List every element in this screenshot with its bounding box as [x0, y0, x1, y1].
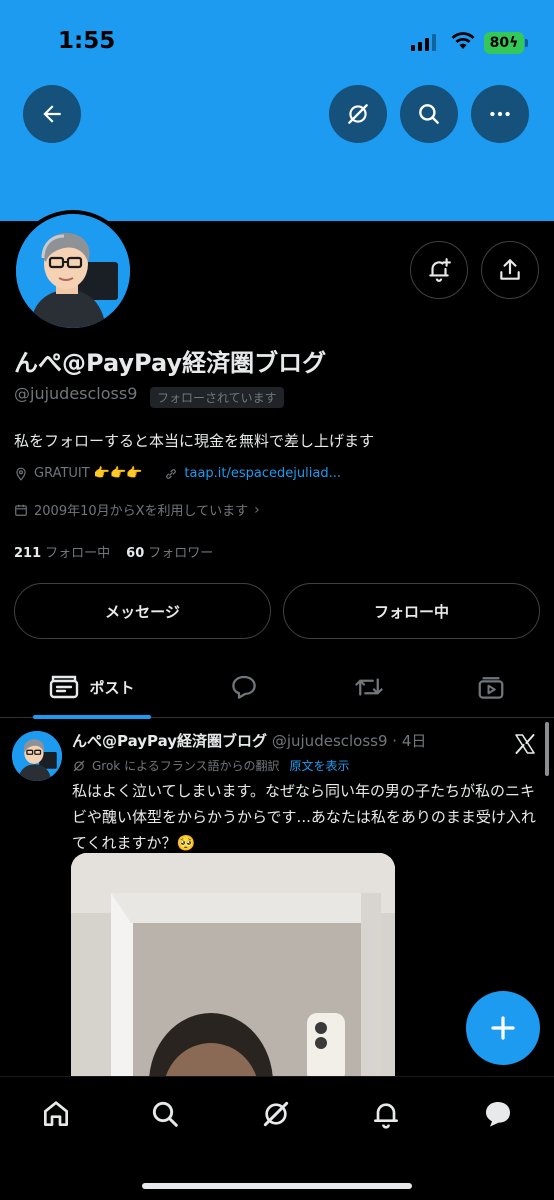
post-text: 私はよく泣いてしまいます。なぜなら同い年の男の子たちが私のニキビや醜い体型をから…: [72, 782, 536, 852]
replies-tab-icon: [232, 675, 256, 699]
post-image[interactable]: [71, 853, 395, 1083]
link-icon: [166, 468, 177, 479]
profile-website-link[interactable]: taap.it/espacedejuliad...: [184, 466, 341, 481]
battery-indicator: 80 ϟ: [484, 32, 524, 54]
tab-media[interactable]: [460, 656, 522, 718]
compose-button[interactable]: [466, 991, 540, 1065]
tab-reposts[interactable]: [338, 656, 400, 718]
tab-replies[interactable]: [213, 656, 275, 718]
profile-stats: 211 フォロー中 60 フォロワー: [14, 542, 213, 561]
home-indicator: [142, 1183, 412, 1189]
message-button[interactable]: メッセージ: [14, 583, 271, 639]
media-tab-icon: [478, 677, 504, 699]
profile-avatar[interactable]: [12, 210, 134, 332]
reposts-tab-icon: [355, 678, 383, 696]
nav-messages[interactable]: [478, 1094, 518, 1134]
post-meta: @jujudescloss9 · 4日: [271, 732, 427, 750]
bell-plus-icon: [429, 258, 451, 282]
plus-icon: [491, 1016, 515, 1040]
home-icon: [44, 1101, 68, 1126]
active-tab-indicator: [33, 715, 151, 719]
grok-button[interactable]: [329, 85, 387, 143]
following-stat[interactable]: 211 フォロー中: [14, 542, 110, 561]
scrollbar[interactable]: [545, 722, 549, 776]
messages-icon: [486, 1102, 510, 1127]
translation-text: Grok によるフランス語からの翻訳: [92, 759, 280, 773]
grok-icon: [263, 1101, 289, 1127]
search-icon: [419, 104, 439, 124]
more-button[interactable]: [471, 85, 529, 143]
notify-button[interactable]: [410, 241, 468, 299]
notifications-icon: [374, 1103, 398, 1129]
search-button[interactable]: [400, 85, 458, 143]
tab-posts[interactable]: ポスト: [33, 656, 151, 718]
followers-stat[interactable]: 60 フォロワー: [126, 542, 213, 561]
search-icon: [152, 1101, 178, 1127]
posts-tab-icon: [50, 675, 79, 699]
profile-location: GRATUIT 👉👉👉: [34, 466, 143, 481]
profile-meta: GRATUIT 👉👉👉 taap.it/espacedejuliad...: [14, 466, 341, 481]
battery-tip: [525, 39, 528, 47]
nav-search[interactable]: [145, 1094, 185, 1134]
nav-notifications[interactable]: [366, 1094, 406, 1134]
signal-icon: [411, 34, 436, 51]
translation-note: Grok によるフランス語からの翻訳 原文を表示: [72, 757, 350, 774]
calendar-icon: [15, 504, 27, 516]
chevron-right-icon[interactable]: ›: [254, 502, 260, 518]
post-header: んぺ@PayPay経済圏ブログ @jujudescloss9 · 4日: [72, 730, 426, 751]
share-button[interactable]: [481, 241, 539, 299]
status-time: 1:55: [58, 28, 116, 54]
back-button[interactable]: [23, 85, 81, 143]
show-original-link[interactable]: 原文を表示: [289, 757, 349, 774]
profile-joined-text: 2009年10月からXを利用しています: [34, 504, 249, 519]
nav-grok[interactable]: [256, 1094, 296, 1134]
grok-translate-icon: [73, 760, 85, 771]
more-icon: [490, 111, 510, 117]
back-arrow-icon: [43, 105, 61, 123]
profile-bio: 私をフォローすると本当に現金を無料で差し上げます: [14, 432, 375, 450]
wifi-icon: [451, 32, 475, 49]
post-author-name[interactable]: んぺ@PayPay経済圏ブログ: [72, 732, 267, 750]
profile-tabs: ポスト: [0, 656, 554, 718]
profile-handle: @jujudescloss9: [14, 384, 138, 403]
share-icon: [500, 259, 520, 280]
profile-joined: 2009年10月からXを利用しています ›: [14, 500, 260, 519]
profile-name: んぺ@PayPay経済圏ブログ: [14, 349, 327, 377]
follows-you-badge: フォローされています: [150, 387, 284, 408]
following-button[interactable]: フォロー中: [283, 583, 540, 639]
location-icon: [16, 467, 26, 481]
post-avatar[interactable]: [12, 731, 62, 781]
grok-icon: [348, 104, 368, 124]
tab-posts-label: ポスト: [89, 678, 135, 697]
nav-home[interactable]: [36, 1094, 76, 1134]
x-logo-icon: [515, 734, 535, 754]
